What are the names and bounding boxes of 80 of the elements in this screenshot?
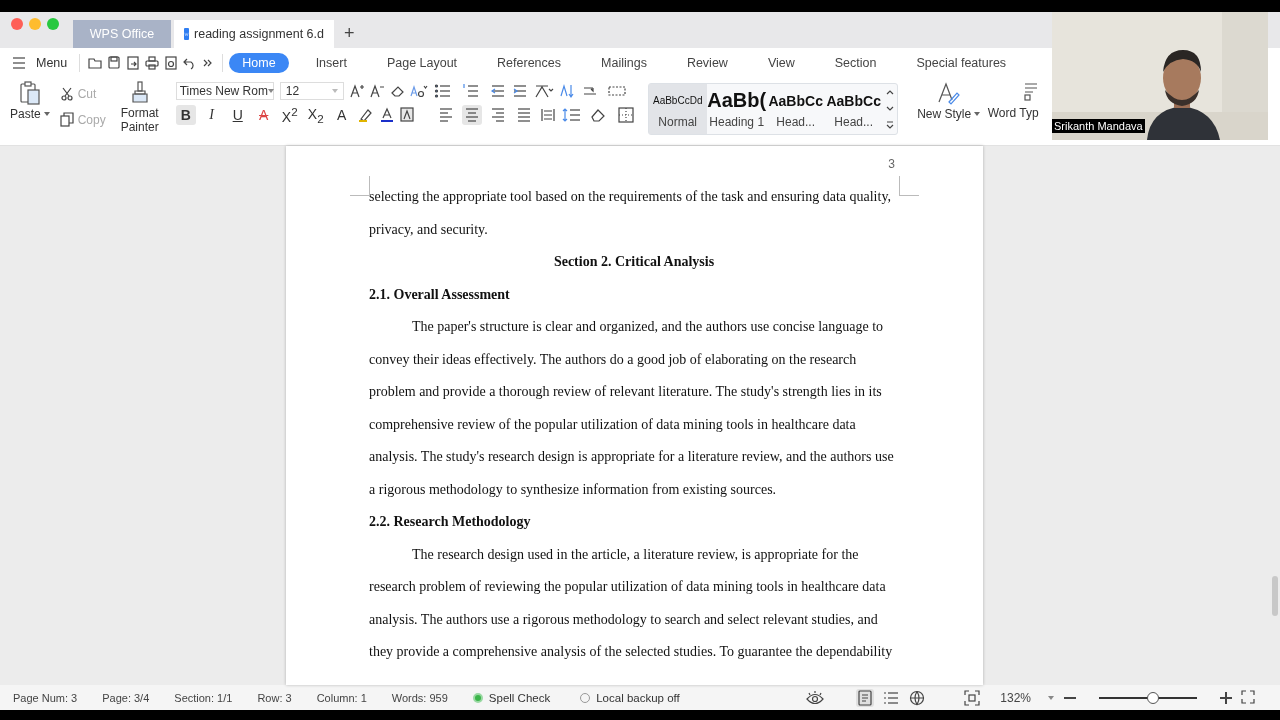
zoom-slider-thumb[interactable] [1146,691,1159,704]
status-text: Section: 1/1 [174,691,233,704]
eye-icon[interactable] [806,689,825,706]
menu-icon[interactable] [12,55,26,71]
style-preset[interactable]: AaBbCc Head... [766,84,825,134]
body-paragraph: selecting the appropriate tool based on the requirements of the task and ensuring data quality, privacy, and security. [369,188,892,239]
status-toggle[interactable]: Spell Check [472,691,551,704]
style-preset[interactable]: AaBb( Heading 1 [706,84,767,134]
participant-name: Srikanth Mandava [1052,119,1145,133]
effects-button[interactable]: A [331,105,352,125]
status-text: Column: 1 [316,691,367,704]
grow-font-icon[interactable] [349,83,364,99]
scrollbar-thumb[interactable] [1272,576,1278,616]
web-view-button[interactable] [908,688,927,707]
increase-indent-icon[interactable] [511,83,528,99]
shrink-font-icon[interactable] [369,83,384,99]
page-view-button[interactable] [856,688,875,707]
style-preset[interactable]: AaBbCc Head... [824,84,883,134]
status-toggle[interactable]: Local backup off [580,691,680,704]
paintbrush-icon [129,80,150,106]
distribute-icon[interactable] [539,107,556,123]
section-heading: 2.2. Research Methodology [369,513,532,531]
status-text: Words: 959 [391,691,448,704]
ruler-icon[interactable] [607,83,626,99]
section-title: Section 2. Critical Analysis [552,253,716,271]
font-name-field[interactable]: Times New Rom [175,82,274,100]
fullscreen-icon[interactable] [1241,689,1255,706]
align-center-button[interactable] [461,105,482,125]
format-painter-button[interactable]: Format Painter [115,80,164,145]
scissors-icon [59,86,74,102]
super-button[interactable]: X$^{2}$ [279,105,300,125]
word-type-button[interactable]: Word Typ [987,80,1039,145]
bold-button[interactable]: B [175,105,196,125]
save-icon[interactable] [107,55,122,71]
pen-letter-icon [936,80,961,106]
folder-icon[interactable] [88,55,103,71]
ribbon-tab[interactable]: View [754,53,808,73]
new-tab-button[interactable]: + [344,23,355,44]
ribbon-tab[interactable]: Page Layout [373,53,471,73]
status-text: Page Num: 3 [13,691,78,704]
style-preset[interactable]: AaBbCcDd Normal [648,84,707,134]
sub-button[interactable]: X$_{2}$ [305,105,326,125]
italic-button[interactable]: I [201,105,222,125]
ribbon-tab[interactable]: Mailings [588,53,660,73]
status-text: Page: 3/4 [102,691,150,704]
page-number: 3 [887,156,896,173]
highlight-icon[interactable] [357,107,374,123]
export-icon[interactable] [126,55,141,71]
body-paragraph: The research design used in the article, a literature review, is appropriate for the research problem of reviewing the popular utilization of data mining tools in healthcare data analysis. The authors use a rigorous methodology to search and select relevant studies, and they provide a comprehensive analysis of the selected studies. To guarantee the dependability [369,545,894,661]
status-text: Row: 3 [257,691,292,704]
ribbon-tab[interactable]: Home [229,53,289,73]
menu-button[interactable]: Menu [0,54,81,72]
corner-mark [899,176,919,196]
print-preview-icon[interactable] [164,55,179,71]
document-icon [184,28,190,40]
ribbon-tab[interactable]: Special features [903,53,1020,73]
section-heading: 2.1. Overall Assessment [369,285,511,304]
sort-icon[interactable] [559,83,576,99]
underline-button[interactable]: U [227,105,248,125]
fit-page-icon[interactable] [964,689,981,706]
ribbon-tab[interactable]: Section [821,53,890,73]
body-paragraph: The paper's structure is clear and organized, and the authors use concise language to convey their ideas effectively. The authors do a good job of elaborating on the research problem and provide a thorough review of relevant literature. The study's strength lies in its comprehensive review of the popular utilization of data mining tools in healthcare data analysis. The study's research design is appropriate for a literature review, and the authors use a rigorous methodology to synthesize information from existing sources. [369,318,895,499]
decrease-indent-icon[interactable] [489,83,506,99]
zoom-level[interactable]: 132% [1000,690,1031,705]
ribbon-tab[interactable]: References [484,53,575,73]
font-size-field[interactable]: 12 [279,82,344,100]
change-case-icon[interactable] [409,83,428,99]
window-tab[interactable]: reading assignment 6.d [174,20,334,48]
copy-icon [59,112,74,128]
strike-button[interactable]: A [253,105,274,125]
paste-button[interactable]: Paste [10,80,50,145]
character-shading-icon[interactable] [399,107,414,123]
corner-mark [350,176,370,196]
text-direction-icon[interactable] [533,83,554,99]
ribbon-tab[interactable]: Review [673,53,741,73]
new-style-button[interactable]: New Style [913,80,984,145]
zoom-in-icon[interactable] [1219,689,1233,706]
print-icon[interactable] [145,55,160,71]
ribbon-tab[interactable]: Insert [302,53,360,73]
font-color-icon[interactable] [379,107,394,123]
